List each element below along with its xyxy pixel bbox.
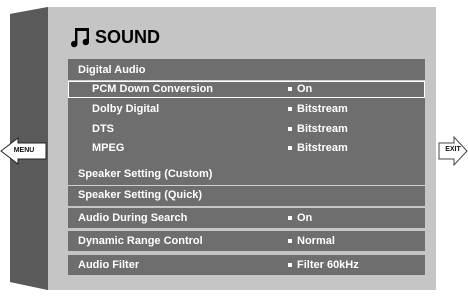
- dynamic-range-control-value: Normal: [288, 233, 335, 250]
- title-text: SOUND: [95, 26, 161, 47]
- audio-during-search-row[interactable]: Audio During Search On: [68, 210, 425, 227]
- dts-row[interactable]: DTS Bitstream: [68, 121, 425, 138]
- music-note-icon: [71, 28, 90, 48]
- digital-audio-group: Digital Audio PCM Down Conversion On Dol…: [68, 59, 425, 166]
- pcm-down-conversion-value: On: [288, 81, 312, 98]
- audio-filter-group: Audio Filter Filter 60kHz: [68, 255, 425, 275]
- speaker-setting-custom-row[interactable]: Speaker Setting (Custom): [68, 166, 425, 183]
- bullet-icon: [288, 145, 292, 150]
- audio-during-search-label: Audio During Search: [78, 212, 188, 224]
- pcm-down-conversion-row[interactable]: PCM Down Conversion On: [68, 81, 425, 98]
- mpeg-value: Bitstream: [288, 140, 348, 157]
- speaker-setting-quick-label: Speaker Setting (Quick): [78, 189, 203, 201]
- audio-during-search-value: On: [288, 210, 312, 227]
- digital-audio-header: Digital Audio: [68, 62, 425, 79]
- bullet-icon: [288, 215, 292, 220]
- page-title: SOUND: [68, 24, 160, 50]
- dts-value: Bitstream: [288, 121, 348, 138]
- speaker-setting-group: Speaker Setting (Custom) Speaker Setting…: [68, 164, 425, 206]
- exit-button[interactable]: EXIT: [440, 145, 466, 155]
- speaker-setting-quick-row[interactable]: Speaker Setting (Quick): [68, 187, 425, 204]
- bullet-icon: [288, 86, 292, 91]
- sound-menu-screen: MENU EXIT SOUND Digital Audio PCM Down C…: [0, 0, 468, 297]
- digital-audio-header-label: Digital Audio: [78, 64, 146, 76]
- bullet-icon: [288, 126, 292, 131]
- dolby-digital-row[interactable]: Dolby Digital Bitstream: [68, 101, 425, 118]
- dolby-digital-label: Dolby Digital: [92, 103, 160, 115]
- dynamic-range-control-label: Dynamic Range Control: [78, 235, 203, 247]
- audio-filter-row[interactable]: Audio Filter Filter 60kHz: [68, 257, 425, 274]
- mpeg-label: MPEG: [92, 142, 125, 154]
- bullet-icon: [288, 106, 292, 111]
- bullet-icon: [288, 262, 292, 267]
- dts-label: DTS: [92, 123, 114, 135]
- divider: [68, 185, 425, 186]
- audio-during-search-group: Audio During Search On: [68, 208, 425, 228]
- menu-button[interactable]: MENU: [4, 146, 44, 156]
- dynamic-range-control-group: Dynamic Range Control Normal: [68, 231, 425, 251]
- mpeg-row[interactable]: MPEG Bitstream: [68, 140, 425, 157]
- pcm-down-conversion-label: PCM Down Conversion: [92, 83, 214, 95]
- speaker-setting-custom-label: Speaker Setting (Custom): [78, 168, 213, 180]
- bullet-icon: [288, 238, 292, 243]
- dolby-digital-value: Bitstream: [288, 101, 348, 118]
- audio-filter-label: Audio Filter: [78, 259, 140, 271]
- audio-filter-value: Filter 60kHz: [288, 257, 359, 274]
- dynamic-range-control-row[interactable]: Dynamic Range Control Normal: [68, 233, 425, 250]
- osd-panel: SOUND Digital Audio PCM Down Conversion …: [48, 7, 436, 290]
